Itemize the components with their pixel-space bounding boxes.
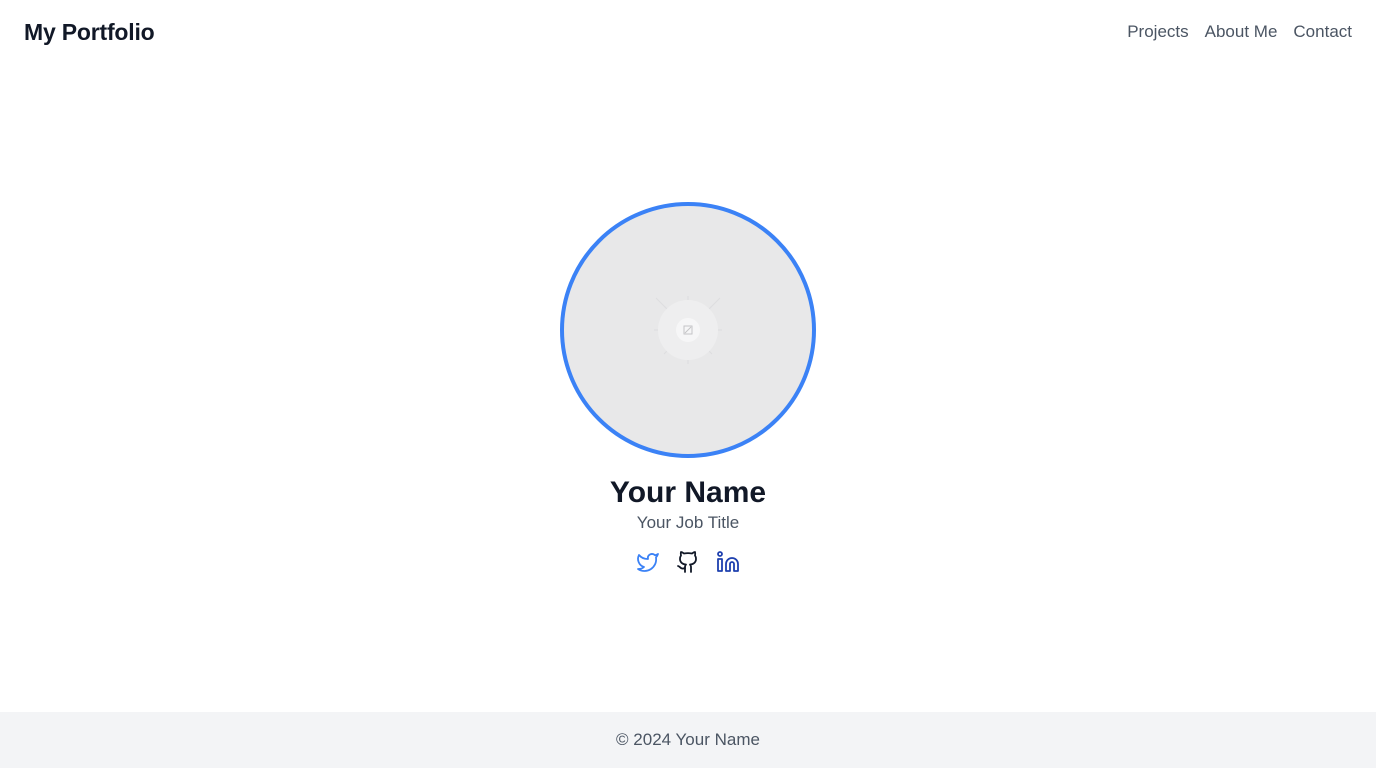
image-placeholder-icon [654,296,722,364]
twitter-link[interactable] [636,550,660,574]
twitter-icon [637,553,659,572]
social-links [0,550,1376,574]
brand-logo-link[interactable]: My Portfolio [24,19,155,46]
site-header: My Portfolio Projects About Me Contact [0,0,1376,64]
site-footer: © 2024 Your Name [0,712,1376,768]
avatar [560,202,816,458]
profile-name: Your Name [609,476,767,509]
linkedin-link[interactable] [716,550,740,574]
github-link[interactable] [676,550,700,574]
nav-about-me[interactable]: About Me [1205,22,1278,42]
portfolio-page: My Portfolio Projects About Me Contact Y… [0,0,1376,768]
footer-copyright: © 2024 Your Name [616,730,760,749]
profile-job-title: Your Job Title [636,513,740,532]
nav-contact[interactable]: Contact [1293,22,1352,42]
linkedin-icon [717,551,739,572]
github-icon [677,551,697,573]
nav-projects[interactable]: Projects [1127,22,1188,42]
main-nav: Projects About Me Contact [1127,22,1352,42]
hero-section: Your Name Your Job Title [0,64,1376,712]
